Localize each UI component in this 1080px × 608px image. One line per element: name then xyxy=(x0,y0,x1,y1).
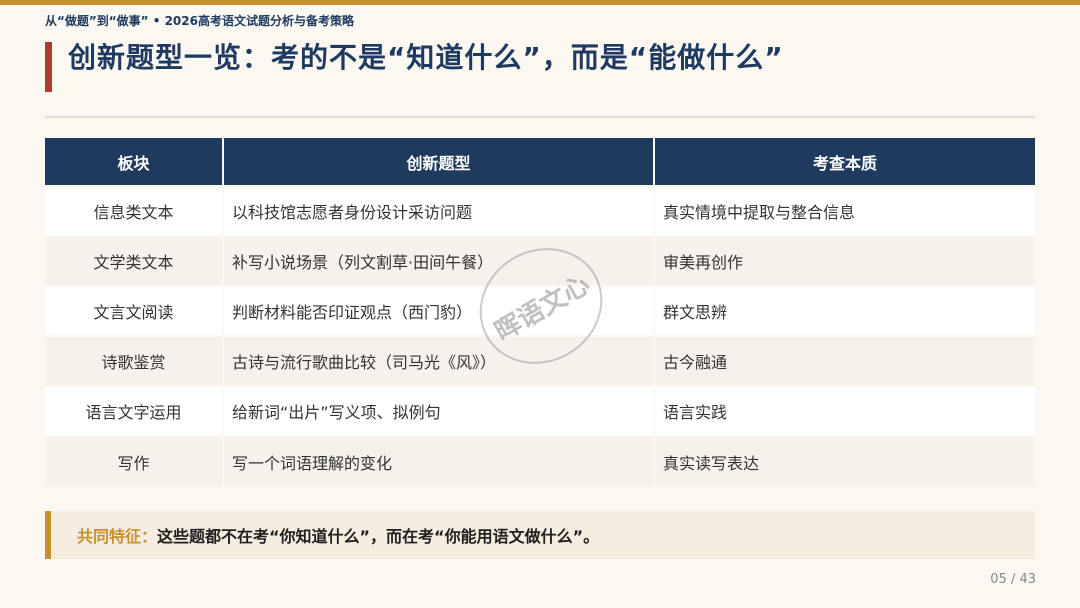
title-divider xyxy=(45,116,1035,118)
cell-essence: 古今融通 xyxy=(654,335,1035,386)
summary-callout: 共同特征： 这些题都不在考“你知道什么”，而在考“你能用语文做什么”。 xyxy=(45,511,1035,559)
cell-essence: 审美再创作 xyxy=(654,235,1035,286)
cell-section: 写作 xyxy=(45,435,224,486)
cell-essence: 语言实践 xyxy=(654,385,1035,436)
header-essence: 考查本质 xyxy=(654,138,1035,186)
cell-section: 语言文字运用 xyxy=(45,385,224,436)
page-number: 05 / 43 xyxy=(990,572,1036,587)
cell-section: 诗歌鉴赏 xyxy=(45,335,224,386)
table-row: 语言文字运用 给新词“出片”写义项、拟例句 语言实践 xyxy=(45,385,1035,436)
cell-question-type: 给新词“出片”写义项、拟例句 xyxy=(223,385,655,436)
cell-essence: 真实读写表达 xyxy=(654,435,1035,486)
callout-text: 这些题都不在考“你知道什么”，而在考“你能用语文做什么”。 xyxy=(157,527,600,546)
callout-label: 共同特征： xyxy=(77,527,158,546)
top-accent-bar xyxy=(0,0,1080,5)
table-row: 信息类文本 以科技馆志愿者身份设计采访问题 真实情境中提取与整合信息 xyxy=(45,185,1035,236)
table-header-row: 板块 创新题型 考查本质 xyxy=(45,138,1035,186)
cell-question-type: 以科技馆志愿者身份设计采访问题 xyxy=(223,185,655,236)
page-title: 创新题型一览：考的不是“知道什么”，而是“能做什么” xyxy=(68,41,784,74)
table-row: 写作 写一个词语理解的变化 真实读写表达 xyxy=(45,435,1035,486)
title-accent-bar xyxy=(45,42,52,92)
cell-question-type: 写一个词语理解的变化 xyxy=(223,435,655,486)
breadcrumb: 从“做题”到“做事” • 2026高考语文试题分析与备考策略 xyxy=(45,14,354,28)
cell-section: 文言文阅读 xyxy=(45,285,224,336)
cell-question-type: 古诗与流行歌曲比较（司马光《风》） xyxy=(223,335,655,386)
cell-essence: 真实情境中提取与整合信息 xyxy=(654,185,1035,236)
header-section: 板块 xyxy=(45,138,224,186)
header-question-type: 创新题型 xyxy=(223,138,655,186)
cell-essence: 群文思辨 xyxy=(654,285,1035,336)
cell-section: 文学类文本 xyxy=(45,235,224,286)
cell-section: 信息类文本 xyxy=(45,185,224,236)
